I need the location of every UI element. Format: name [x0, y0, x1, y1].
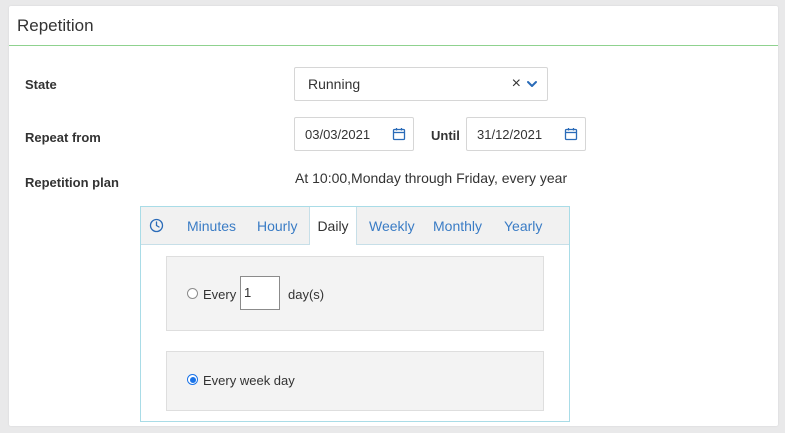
tab-weekly[interactable]: Weekly: [369, 207, 415, 244]
tab-monthly[interactable]: Monthly: [433, 207, 482, 244]
every-n-days-radio[interactable]: [187, 288, 198, 299]
repetition-plan-summary: At 10:00,Monday through Friday, every ye…: [295, 170, 568, 186]
repeat-from-date-input[interactable]: 03/03/2021: [294, 117, 414, 151]
every-week-day-radio[interactable]: [187, 374, 198, 385]
tab-daily[interactable]: Daily: [309, 207, 357, 245]
repetition-panel: Repetition State Running × Repeat from 0…: [9, 6, 778, 426]
until-date-value: 31/12/2021: [477, 126, 543, 142]
every-n-days-option: Every 1 day(s): [166, 256, 544, 331]
tab-yearly[interactable]: Yearly: [504, 207, 542, 244]
until-date-input[interactable]: 31/12/2021: [466, 117, 586, 151]
tab-bar: Minutes Hourly Daily Weekly Monthly Year…: [141, 207, 569, 245]
calendar-icon[interactable]: [564, 127, 578, 141]
state-select-value: Running: [308, 76, 361, 92]
tab-minutes[interactable]: Minutes: [187, 207, 236, 244]
repeat-from-date-value: 03/03/2021: [305, 126, 371, 142]
days-unit-label: day(s): [288, 287, 325, 302]
repetition-plan-label: Repetition plan: [25, 175, 119, 190]
every-days-input[interactable]: 1: [240, 276, 280, 310]
clear-icon[interactable]: ×: [512, 75, 521, 93]
panel-header: Repetition: [9, 6, 778, 46]
repeat-from-label: Repeat from: [25, 130, 101, 145]
tab-hourly[interactable]: Hourly: [257, 207, 297, 244]
chevron-down-icon[interactable]: [525, 77, 539, 91]
calendar-icon[interactable]: [392, 127, 406, 141]
every-week-day-label: Every week day: [203, 373, 295, 388]
every-label: Every: [203, 287, 237, 302]
until-label: Until: [431, 128, 460, 143]
panel-title: Repetition: [17, 15, 94, 35]
clock-icon[interactable]: [149, 218, 164, 233]
state-label: State: [25, 77, 57, 92]
schedule-tabs-panel: Minutes Hourly Daily Weekly Monthly Year…: [140, 206, 570, 422]
every-week-day-option: Every week day: [166, 351, 544, 411]
state-select[interactable]: Running ×: [294, 67, 548, 101]
